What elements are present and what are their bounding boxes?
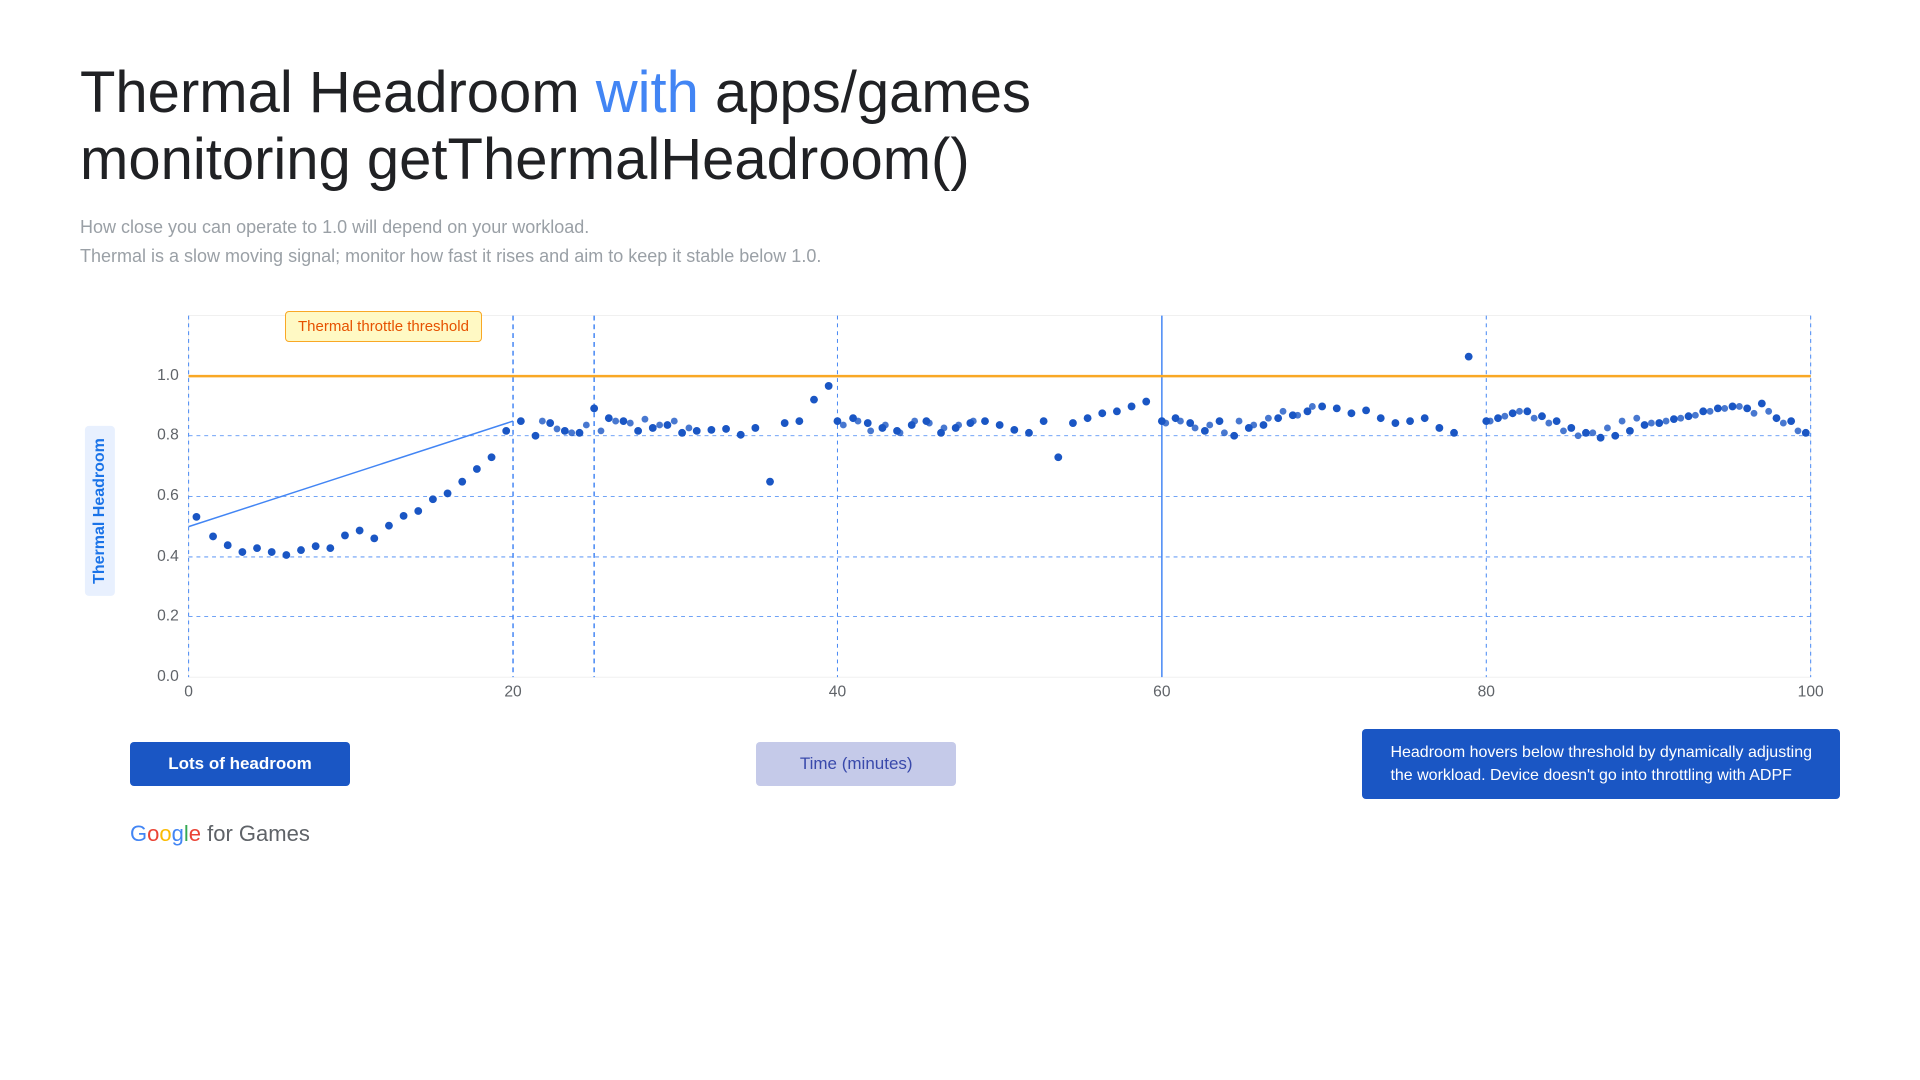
y-axis-label: Thermal Headroom (85, 426, 115, 596)
google-g: G (130, 821, 147, 846)
chart-wrapper: Thermal Headroom Thermal throttle thresh… (80, 301, 1840, 721)
description-label: Headroom hovers below threshold by dynam… (1362, 729, 1840, 799)
chart-svg: 1.0 0.8 0.6 0.4 0.2 0.0 0 20 40 60 80 10… (130, 301, 1840, 721)
title-line2: monitoring getThermalHeadroom() (80, 127, 1840, 194)
title-highlight: with (596, 60, 699, 125)
title-section: Thermal Headroom with apps/games monitor… (80, 60, 1840, 193)
time-label: Time (minutes) (756, 742, 956, 786)
google-logo-area: Google for Games (80, 821, 1840, 847)
google-g2: g (172, 821, 184, 846)
svg-text:0.2: 0.2 (157, 607, 179, 624)
title-part2: apps/games (699, 60, 1031, 125)
svg-text:0: 0 (184, 684, 193, 701)
y-axis-label-container: Thermal Headroom (80, 301, 120, 721)
subtitle-line2: Thermal is a slow moving signal; monitor… (80, 242, 1840, 271)
subtitle-section: How close you can operate to 1.0 will de… (80, 213, 1840, 271)
google-o1: o (147, 821, 159, 846)
svg-text:40: 40 (829, 684, 847, 701)
title-part1: Thermal Headroom (80, 60, 596, 125)
main-title: Thermal Headroom with apps/games (80, 60, 1840, 127)
svg-text:0.6: 0.6 (157, 487, 179, 504)
svg-text:0.4: 0.4 (157, 548, 179, 565)
subtitle-line1: How close you can operate to 1.0 will de… (80, 213, 1840, 242)
for-games-text: for Games (207, 821, 310, 846)
lots-of-headroom-label: Lots of headroom (130, 742, 350, 786)
svg-text:0.0: 0.0 (157, 668, 179, 685)
svg-text:80: 80 (1478, 684, 1496, 701)
chart-area: Thermal throttle threshold (130, 301, 1840, 721)
google-e: e (189, 821, 201, 846)
google-o2: o (159, 821, 171, 846)
svg-text:0.8: 0.8 (157, 427, 179, 444)
svg-text:1.0: 1.0 (157, 367, 179, 384)
bottom-labels-row: Lots of headroom Time (minutes) Headroom… (80, 729, 1840, 799)
throttle-annotation: Thermal throttle threshold (285, 311, 482, 342)
svg-text:60: 60 (1153, 684, 1171, 701)
svg-text:100: 100 (1798, 684, 1824, 701)
svg-text:20: 20 (504, 684, 522, 701)
